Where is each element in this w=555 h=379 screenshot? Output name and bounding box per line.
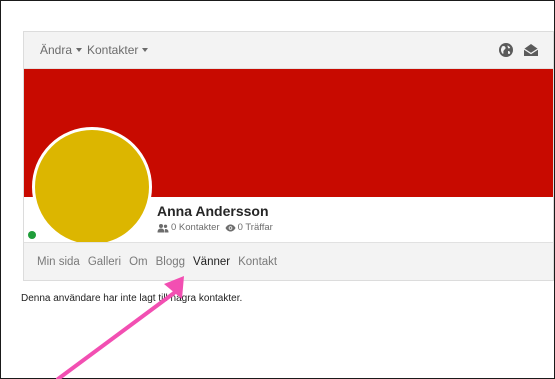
tab-min-sida[interactable]: Min sida: [37, 256, 80, 268]
online-status-dot: [28, 231, 36, 239]
menu-kontakter[interactable]: Kontakter: [87, 43, 149, 57]
tab-vanner[interactable]: Vänner: [193, 256, 230, 268]
profile-name: Anna Andersson: [157, 203, 269, 219]
tab-galleri[interactable]: Galleri: [88, 256, 121, 268]
tab-kontakt[interactable]: Kontakt: [238, 256, 277, 268]
chevron-down-icon: [76, 48, 83, 52]
envelope-open-icon[interactable]: [522, 41, 540, 59]
contacts-count: 0 Kontakter: [171, 222, 220, 233]
eye-icon: [225, 224, 236, 231]
menu-andra-label: Ändra: [40, 43, 73, 57]
browser-frame: Ändra Kontakter Anna Andersson 0 Kontakt…: [0, 0, 555, 379]
hits-count: 0 Träffar: [237, 222, 273, 233]
globe-icon[interactable]: [497, 41, 515, 59]
profile-topbar: Ändra Kontakter: [24, 32, 553, 69]
chevron-down-icon: [142, 48, 149, 52]
profile-card: Ändra Kontakter Anna Andersson 0 Kontakt…: [23, 31, 554, 281]
empty-contacts-message: Denna användare har inte lagt till några…: [21, 293, 243, 304]
users-icon: [157, 223, 169, 232]
profile-stats: 0 Kontakter 0 Träffar: [157, 222, 273, 233]
profile-tabs: Min sida Galleri Om Blogg Vänner Kontakt: [24, 242, 553, 280]
menu-andra[interactable]: Ändra: [40, 43, 83, 57]
tab-om[interactable]: Om: [129, 256, 148, 268]
menu-kontakter-label: Kontakter: [87, 43, 139, 57]
tab-blogg[interactable]: Blogg: [156, 256, 185, 268]
avatar[interactable]: [32, 127, 152, 247]
